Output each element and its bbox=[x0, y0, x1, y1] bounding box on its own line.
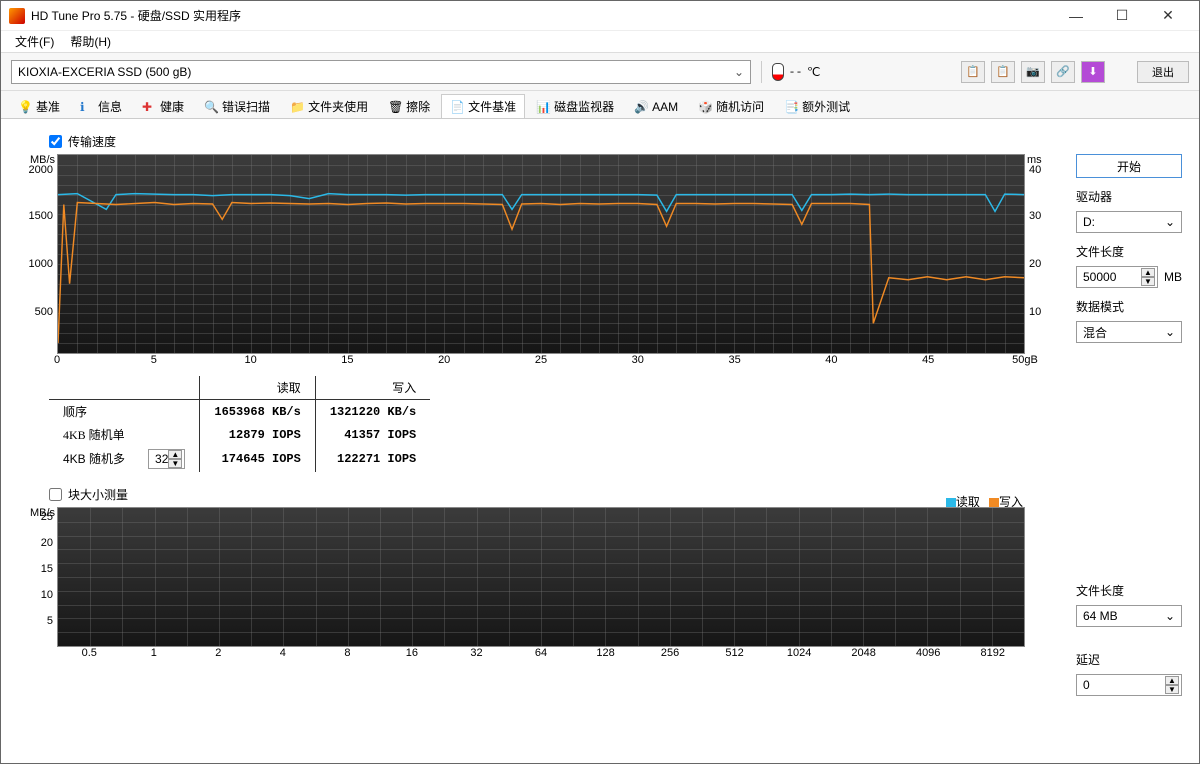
side-panel-2: 文件长度 64 MB⌄ 延迟 0▲▼ bbox=[1076, 578, 1182, 696]
drive-select-text: KIOXIA-EXCERIA SSD (500 gB) bbox=[18, 65, 191, 79]
app-icon bbox=[9, 8, 25, 24]
magnifier-icon: 🔍 bbox=[204, 100, 218, 114]
filelen2-label: 文件长度 bbox=[1076, 582, 1182, 599]
start-button[interactable]: 开始 bbox=[1076, 154, 1182, 178]
temperature-unit: ℃ bbox=[807, 65, 820, 79]
blocksize-checkbox[interactable] bbox=[49, 488, 62, 501]
menu-file[interactable]: 文件(F) bbox=[7, 31, 62, 52]
tab-diskmon[interactable]: 📊磁盘监视器 bbox=[527, 94, 623, 118]
pattern-combo[interactable]: 混合⌄ bbox=[1076, 321, 1182, 343]
speaker-icon: 🔊 bbox=[634, 100, 648, 114]
options-button[interactable]: 🔗 bbox=[1051, 61, 1075, 83]
drive-label: 驱动器 bbox=[1076, 188, 1182, 205]
tab-filebench[interactable]: 📄文件基准 bbox=[441, 94, 525, 118]
chevron-down-icon: ⌄ bbox=[1165, 215, 1175, 229]
close-button[interactable]: ✕ bbox=[1145, 1, 1191, 31]
save-button[interactable]: ⬇ bbox=[1081, 61, 1105, 83]
chevron-down-icon: ⌄ bbox=[1165, 609, 1175, 623]
screenshot-button[interactable]: 📷 bbox=[1021, 61, 1045, 83]
x-axis-top: 05101520253035404550gB bbox=[57, 354, 1025, 370]
delay-label: 延迟 bbox=[1076, 651, 1182, 668]
col-read: 读取 bbox=[200, 376, 315, 400]
copy-shot-button[interactable]: 📋 bbox=[991, 61, 1015, 83]
maximize-button[interactable]: ☐ bbox=[1099, 1, 1145, 31]
chevron-down-icon: ⌄ bbox=[734, 65, 744, 79]
filelen-label: 文件长度 bbox=[1076, 243, 1182, 260]
menu-bar: 文件(F) 帮助(H) bbox=[1, 31, 1199, 53]
exit-button[interactable]: 退出 bbox=[1137, 61, 1189, 83]
table-row: 4KB 随机单12879 IOPS41357 IOPS bbox=[49, 423, 430, 446]
tab-aam[interactable]: 🔊AAM bbox=[625, 94, 687, 118]
minimize-button[interactable]: — bbox=[1053, 1, 1099, 31]
x-axis-bottom: 0.512481632641282565121024204840968192 bbox=[57, 647, 1025, 663]
y-axis-left-2: MB/s 25 20 15 10 5 bbox=[15, 507, 57, 647]
tab-health[interactable]: ✚健康 bbox=[133, 94, 193, 118]
title-bar: HD Tune Pro 5.75 - 硬盘/SSD 实用程序 — ☐ ✕ bbox=[1, 1, 1199, 31]
thermometer-icon bbox=[772, 63, 784, 81]
copy-info-button[interactable]: 📋 bbox=[961, 61, 985, 83]
blocksize-graph-shell: 读取 写入 MB/s 25 20 15 10 5 bbox=[15, 507, 1055, 647]
tab-errorscan[interactable]: 🔍错误扫描 bbox=[195, 94, 279, 118]
tab-erase[interactable]: 🗑擦除 bbox=[379, 94, 439, 118]
chevron-down-icon: ⌄ bbox=[1165, 325, 1175, 339]
temperature-value: - - bbox=[790, 64, 801, 79]
folder-icon: 📁 bbox=[290, 100, 304, 114]
y-axis-left: MB/s 2000 1500 1000 500 bbox=[15, 154, 57, 354]
content-area: 传输速度 MB/s 2000 1500 1000 500 ms 40 30 20… bbox=[1, 119, 1199, 673]
tab-folderusage[interactable]: 📁文件夹使用 bbox=[281, 94, 377, 118]
chart-icon: 📊 bbox=[536, 100, 550, 114]
tab-extra[interactable]: 📑额外测试 bbox=[775, 94, 859, 118]
pattern-label: 数据模式 bbox=[1076, 298, 1182, 315]
health-icon: ✚ bbox=[142, 100, 156, 114]
trash-icon: 🗑 bbox=[388, 100, 402, 114]
transfer-graph bbox=[57, 154, 1025, 354]
separator bbox=[761, 61, 762, 83]
filelen-field[interactable]: 50000▲▼ bbox=[1076, 266, 1158, 288]
results-table: 读取写入 顺序1653968 KB/s1321220 KB/s 4KB 随机单1… bbox=[49, 376, 430, 472]
file-icon: 📄 bbox=[450, 100, 464, 114]
blocksize-label: 块大小测量 bbox=[68, 486, 128, 503]
tab-info[interactable]: ℹ信息 bbox=[71, 94, 131, 118]
col-write: 写入 bbox=[315, 376, 430, 400]
side-panel: 开始 驱动器 D:⌄ 文件长度 50000▲▼ MB 数据模式 混合⌄ bbox=[1076, 154, 1182, 343]
lightbulb-icon: 💡 bbox=[18, 100, 32, 114]
tab-random[interactable]: 🎲随机访问 bbox=[689, 94, 773, 118]
tab-benchmark[interactable]: 💡基准 bbox=[9, 94, 69, 118]
queue-depth-spinner[interactable]: 32▲▼ bbox=[148, 449, 185, 469]
table-row: 4KB 随机多 32▲▼ 174645 IOPS122271 IOPS bbox=[49, 446, 430, 472]
transfer-checkbox[interactable] bbox=[49, 135, 62, 148]
menu-help[interactable]: 帮助(H) bbox=[62, 31, 119, 52]
transfer-check-row: 传输速度 bbox=[49, 133, 1185, 150]
info-icon: ℹ bbox=[80, 100, 94, 114]
window-title: HD Tune Pro 5.75 - 硬盘/SSD 实用程序 bbox=[31, 7, 1053, 24]
transfer-graph-shell: MB/s 2000 1500 1000 500 ms 40 30 20 10 bbox=[15, 154, 1055, 354]
filelen2-combo[interactable]: 64 MB⌄ bbox=[1076, 605, 1182, 627]
y-axis-right: ms 40 30 20 10 bbox=[1025, 154, 1055, 354]
delay-field[interactable]: 0▲▼ bbox=[1076, 674, 1182, 696]
toolbar: KIOXIA-EXCERIA SSD (500 gB) ⌄ - - ℃ 📋 📋 … bbox=[1, 53, 1199, 91]
drive-select[interactable]: KIOXIA-EXCERIA SSD (500 gB) ⌄ bbox=[11, 60, 751, 84]
transfer-label: 传输速度 bbox=[68, 133, 116, 150]
blocksize-graph bbox=[57, 507, 1025, 647]
random-icon: 🎲 bbox=[698, 100, 712, 114]
extra-icon: 📑 bbox=[784, 100, 798, 114]
tab-bar: 💡基准 ℹ信息 ✚健康 🔍错误扫描 📁文件夹使用 🗑擦除 📄文件基准 📊磁盘监视… bbox=[1, 91, 1199, 119]
table-row: 顺序1653968 KB/s1321220 KB/s bbox=[49, 400, 430, 424]
drive-combo[interactable]: D:⌄ bbox=[1076, 211, 1182, 233]
